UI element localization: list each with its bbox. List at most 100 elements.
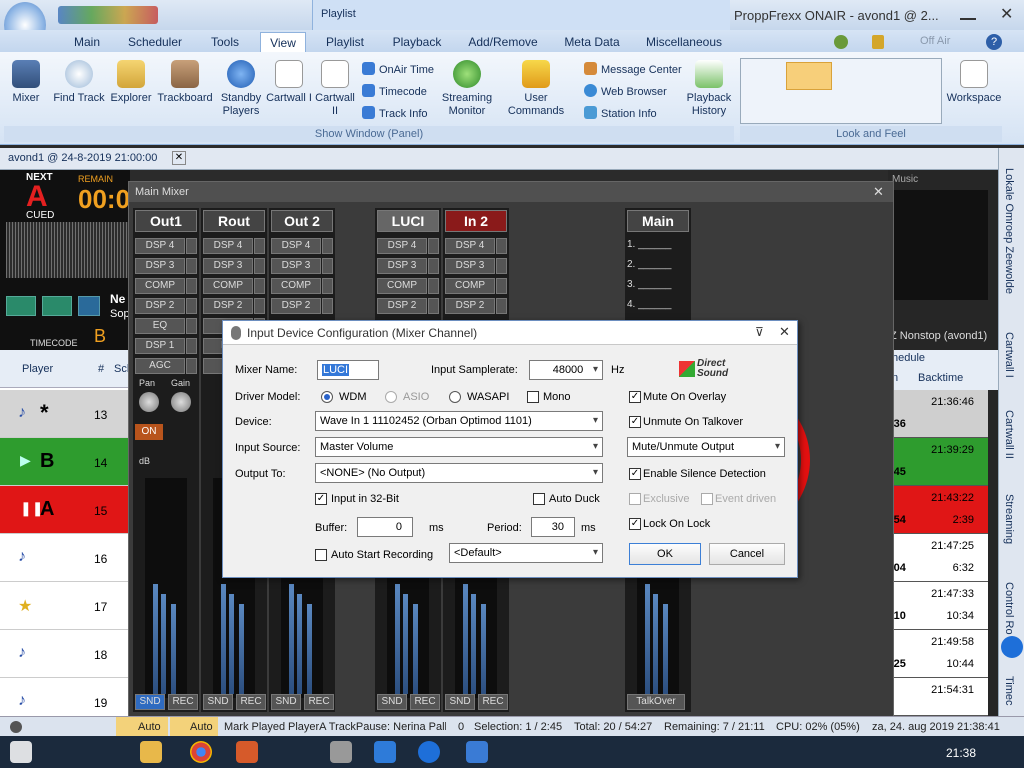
device-select[interactable]: Wave In 1 11102452 (Orban Optimod 1101) <box>315 411 603 431</box>
tab-playback[interactable]: Playback <box>386 32 448 52</box>
dsp-slot[interactable]: COMP <box>445 278 495 294</box>
dsp-slot[interactable]: DSP 3 <box>203 258 253 274</box>
snd-button[interactable]: SND <box>377 694 407 710</box>
tab-scheduler[interactable]: Scheduler <box>122 32 188 52</box>
strip-name[interactable]: Rout <box>203 210 265 232</box>
dsp-dropdown[interactable] <box>428 238 439 254</box>
tab-main[interactable]: Main <box>62 32 112 52</box>
strip-name[interactable]: Main <box>627 210 689 232</box>
mixer-close-icon[interactable]: ✕ <box>873 184 884 200</box>
auto-duck-checkbox[interactable] <box>533 493 545 505</box>
close-window-icon[interactable]: ✕ <box>1000 4 1013 24</box>
col-backtime[interactable]: Backtime <box>918 372 963 384</box>
table-row[interactable]: 21:47:33:10 10:34 <box>888 582 988 630</box>
dsp-slot[interactable]: DSP 1 <box>135 338 185 354</box>
auto-mode-2[interactable]: Auto <box>170 717 218 737</box>
mixer-name-field[interactable]: LUCI <box>317 360 379 380</box>
tab-tools[interactable]: Tools <box>200 32 250 52</box>
talkover-button[interactable]: TalkOver <box>627 694 685 710</box>
timecode-button[interactable]: Timecode <box>362 84 427 100</box>
strip-name[interactable]: Out 2 <box>271 210 333 232</box>
auto-mode-1[interactable]: Auto <box>116 717 168 737</box>
minimize-button[interactable] <box>960 6 976 20</box>
dsp-dropdown[interactable] <box>254 258 265 274</box>
dialog-close-icon[interactable]: ✕ <box>779 324 790 340</box>
windows-start-icon[interactable] <box>10 741 32 763</box>
dsp-dropdown[interactable] <box>254 278 265 294</box>
dsp-slot[interactable]: 1. ______ <box>627 238 687 254</box>
help-icon[interactable]: ? <box>986 34 1002 50</box>
snd-button[interactable]: SND <box>135 694 165 710</box>
chrome-icon[interactable] <box>190 741 212 763</box>
table-row[interactable]: 21:49:58:25 10:44 <box>888 630 988 678</box>
exclusive-checkbox[interactable] <box>629 493 641 505</box>
table-row[interactable]: 21:43:22:54 2:39 <box>888 486 988 534</box>
app-icon-1[interactable] <box>236 741 258 763</box>
dsp-slot[interactable]: DSP 4 <box>377 238 427 254</box>
unmute-on-talkover-checkbox[interactable]: ✓ <box>629 416 641 428</box>
play-button[interactable] <box>6 296 36 316</box>
wasapi-radio[interactable] <box>449 391 461 403</box>
sidebar-item-cartwall-2[interactable]: Cartwall II <box>1003 410 1015 459</box>
dsp-slot[interactable]: DSP 2 <box>203 298 253 314</box>
dsp-slot[interactable]: 2. ______ <box>627 258 687 274</box>
snd-button[interactable]: SND <box>445 694 475 710</box>
dsp-dropdown[interactable] <box>186 238 197 254</box>
dsp-dropdown[interactable] <box>254 238 265 254</box>
lock-icon[interactable] <box>872 35 884 49</box>
period-field[interactable]: 30 <box>531 517 575 537</box>
standby-players-button[interactable]: Standby Players <box>218 60 264 118</box>
dsp-slot[interactable]: DSP 2 <box>271 298 321 314</box>
col-schedule[interactable]: hedule <box>892 352 925 364</box>
dsp-slot[interactable]: DSP 2 <box>377 298 427 314</box>
dsp-slot[interactable]: 3. ______ <box>627 278 687 294</box>
explorer-button[interactable]: Explorer <box>108 60 154 105</box>
tab-view[interactable]: View <box>260 32 306 52</box>
ok-button[interactable]: OK <box>629 543 701 565</box>
dsp-dropdown[interactable] <box>322 238 333 254</box>
dsp-dropdown[interactable] <box>428 298 439 314</box>
dsp-dropdown[interactable] <box>254 298 265 314</box>
teamviewer-taskbar-icon[interactable] <box>418 741 440 763</box>
tab-miscellaneous[interactable]: Miscellaneous <box>642 32 726 52</box>
dsp-slot[interactable]: DSP 4 <box>445 238 495 254</box>
skin-selected[interactable] <box>786 62 832 90</box>
table-row[interactable]: 21:47:25:04 6:32 <box>888 534 988 582</box>
table-row[interactable]: 19 ♪ <box>0 678 130 718</box>
tab-add-remove[interactable]: Add/Remove <box>462 32 544 52</box>
dsp-slot[interactable]: DSP 2 <box>445 298 495 314</box>
sidebar-item-streaming[interactable]: Streaming <box>1003 494 1015 544</box>
web-browser-button[interactable]: Web Browser <box>584 84 667 100</box>
cartwall-1-button[interactable]: Cartwall I <box>266 60 312 105</box>
table-row[interactable]: 18 ♪ <box>0 630 130 678</box>
mute-on-overlay-checkbox[interactable]: ✓ <box>629 391 641 403</box>
on-button[interactable]: ON <box>135 424 163 440</box>
mute-output-select[interactable]: Mute/Unmute Output <box>627 437 785 457</box>
cue-button[interactable] <box>78 296 100 316</box>
dsp-dropdown[interactable] <box>186 298 197 314</box>
dsp-dropdown[interactable] <box>186 278 197 294</box>
dsp-slot[interactable]: AGC <box>135 358 185 374</box>
dsp-dropdown[interactable] <box>186 338 197 354</box>
playback-history-button[interactable]: Playback History <box>684 60 734 118</box>
station-info-button[interactable]: Station Info <box>584 106 657 122</box>
table-row[interactable]: 21:39:29:45 <box>888 438 988 486</box>
table-row[interactable]: B 14 ▶ <box>0 438 130 486</box>
dsp-dropdown[interactable] <box>496 278 507 294</box>
dsp-dropdown[interactable] <box>322 258 333 274</box>
strip-name[interactable]: In 2 <box>445 210 507 232</box>
skin-gallery[interactable] <box>740 58 942 124</box>
dsp-dropdown[interactable] <box>186 358 197 374</box>
rec-button[interactable]: REC <box>236 694 266 710</box>
mixer-button[interactable]: Mixer <box>6 60 46 105</box>
rec-button[interactable]: REC <box>168 694 198 710</box>
teamviewer-icon[interactable] <box>1001 636 1023 658</box>
dsp-dropdown[interactable] <box>322 278 333 294</box>
output-to-select[interactable]: <NONE> (No Output) <box>315 463 603 483</box>
workspace-button[interactable]: Workspace <box>944 60 1004 105</box>
tab-meta-data[interactable]: Meta Data <box>556 32 628 52</box>
sidebar-item-lokale-omroep[interactable]: Lokale Omroep Zeewolde <box>1003 168 1015 294</box>
dsp-slot[interactable]: COMP <box>135 278 185 294</box>
track-info-button[interactable]: Track Info <box>362 106 428 122</box>
event-driven-checkbox[interactable] <box>701 493 713 505</box>
